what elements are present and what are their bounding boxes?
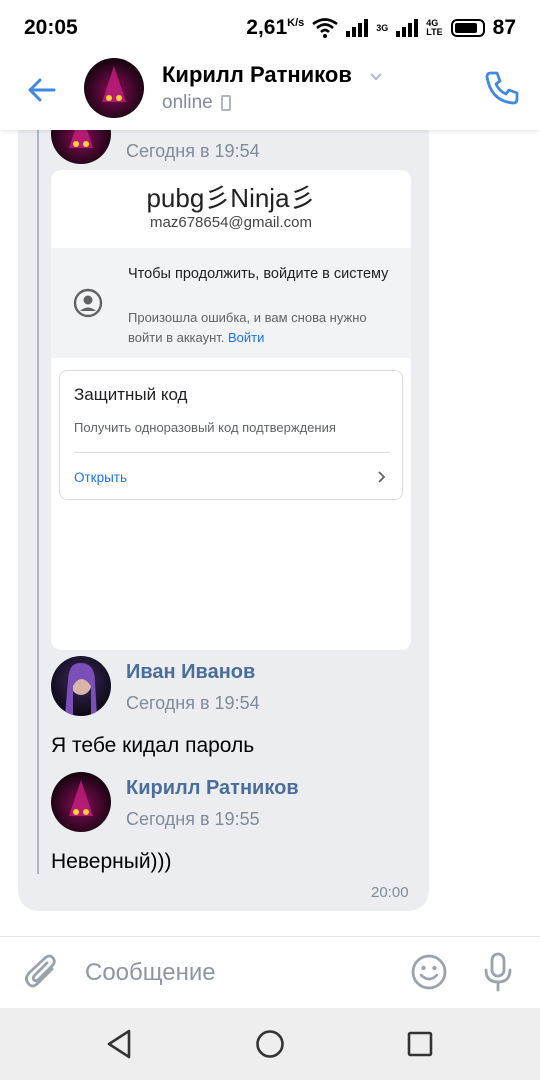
chevron-down-icon[interactable] [368,68,384,84]
contact-status-text: online [162,92,213,113]
contact-status: online [162,92,231,114]
network-speed-unit: K/s [287,17,305,29]
screenshot-logo: pubg彡Ninja彡 [146,183,316,213]
battery-icon [450,19,485,37]
account-circle-icon [73,288,103,318]
bubble-time: 20:00 [371,884,409,901]
contact-name[interactable]: Кирилл Ратников [162,62,352,88]
contact-avatar[interactable] [84,58,144,118]
message-input[interactable]: Сообщение [85,959,216,987]
forward-quote-line [37,118,39,874]
sender-avatar[interactable] [51,656,111,716]
nav-recents-icon[interactable] [404,1028,436,1060]
chat-header: Кирилл Ратников online [0,56,540,130]
message-text: Я тебе кидал пароль [51,734,255,757]
screenshot-prompt-desc: Произошла ошибка, и вам снова нужно войт… [128,310,367,345]
system-nav-bar [0,1008,540,1080]
nav-back-icon[interactable] [104,1027,136,1061]
forwarded-screenshot[interactable]: pubg彡Ninja彡 maz678654@gmail.com Чтобы пр… [51,170,411,650]
phone-call-icon[interactable] [482,68,522,108]
battery-level: 87 [492,16,516,39]
security-card-title: Защитный код [74,385,188,404]
screenshot-security-card: Защитный код Получить одноразовый код по… [59,370,403,500]
message-timestamp: Сегодня в 19:55 [126,809,260,829]
chevron-right-icon [378,471,386,483]
security-card-open: Открыть [74,470,128,485]
wifi-icon [312,18,339,38]
nav-home-icon[interactable] [254,1028,286,1060]
message-timestamp: Сегодня в 19:54 [126,693,260,713]
message-input-bar: Сообщение [0,936,540,1008]
status-bar: 20:05 2,61K/s 3G 4G LTE 87 [0,0,540,56]
screenshot-prompt-title: Чтобы продолжить, войдите в систему [128,266,389,282]
quoted-timestamp: Сегодня в 19:54 [126,141,260,161]
signal-icon-2 [396,19,419,37]
mobile-icon [220,95,231,111]
avatar-image [84,58,144,118]
back-arrow-icon[interactable] [24,72,60,108]
network-3g-label: 3G [376,22,389,33]
message-text: Неверный))) [51,850,172,873]
message-sender[interactable]: Иван Иванов [126,661,255,684]
emoji-icon[interactable] [410,953,448,991]
network-4g-label: 4G LTE [426,18,443,37]
chat-screen: 20:05 2,61K/s 3G 4G LTE 87 Кирилл Ратник… [0,0,540,1080]
status-indicators: 2,61K/s 3G 4G LTE 87 [246,16,516,40]
screenshot-email: maz678654@gmail.com [150,214,312,231]
network-speed: 2,61K/s [246,16,305,39]
avatar-image [51,656,111,716]
avatar-image [51,772,111,832]
signal-icon [346,19,369,37]
divider [74,452,390,453]
screenshot-signin-link: Войти [228,330,265,345]
status-time: 20:05 [24,16,78,39]
message-sender[interactable]: Кирилл Ратников [126,777,299,800]
sender-avatar[interactable] [51,772,111,832]
security-card-desc: Получить одноразовый код подтверждения [74,420,336,435]
paperclip-icon[interactable] [24,953,60,993]
microphone-icon[interactable] [480,951,516,993]
